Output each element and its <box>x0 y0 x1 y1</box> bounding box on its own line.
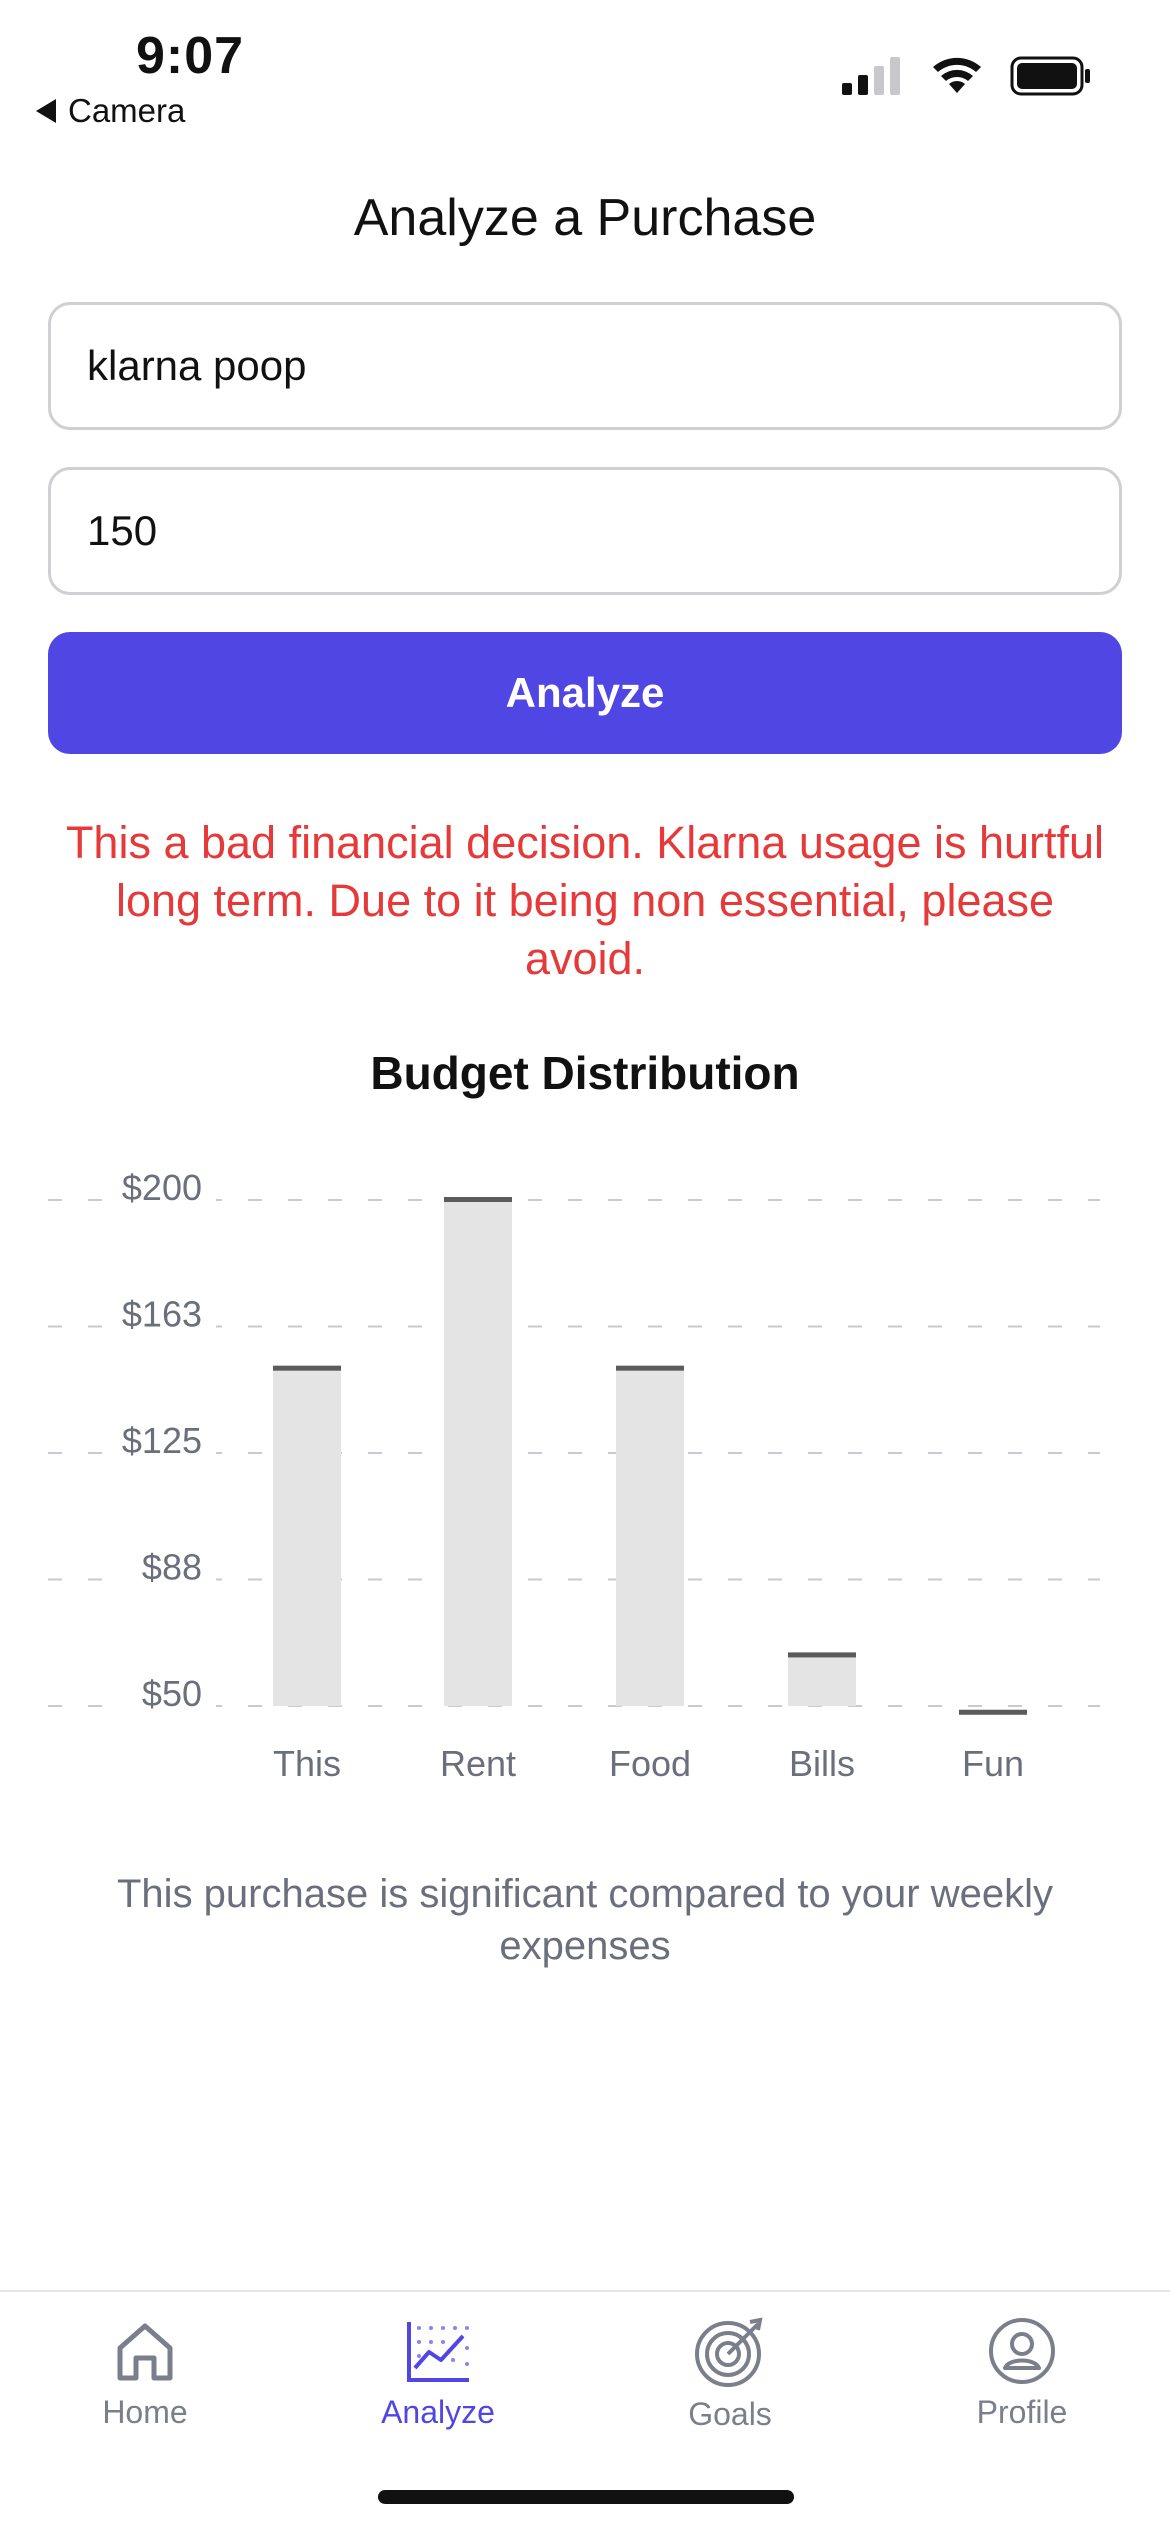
y-tick-label: $50 <box>142 1673 202 1714</box>
bar <box>616 1368 684 1706</box>
back-label: Camera <box>68 92 186 129</box>
bar-cap <box>273 1365 341 1371</box>
battery-icon <box>1010 56 1090 96</box>
analyze-button[interactable]: Analyze <box>48 632 1122 754</box>
tab-home-label: Home <box>102 2394 188 2430</box>
budget-chart-svg: $200 $163 $125 $88 $50 This Rent Food Bills Fun <box>48 1167 1100 1784</box>
chart-title: Budget Distribution <box>370 1047 800 1099</box>
triangle-left-icon <box>36 99 56 123</box>
user-circle-icon <box>989 2318 1055 2384</box>
target-icon <box>695 2317 763 2387</box>
cellular-signal-icon <box>842 57 900 95</box>
back-to-camera-link[interactable]: Camera <box>36 92 185 130</box>
tab-analyze-label: Analyze <box>381 2394 495 2430</box>
status-bar: 9:07 Camera <box>0 0 1170 140</box>
y-tick-label: $125 <box>122 1420 202 1461</box>
x-tick-label: Bills <box>789 1743 855 1784</box>
status-time: 9:07 <box>136 27 245 85</box>
tab-profile[interactable]: Profile <box>912 2316 1132 2456</box>
item-name-input[interactable] <box>51 305 1119 427</box>
amount-field[interactable] <box>48 467 1122 595</box>
x-tick-label: Food <box>609 1743 691 1784</box>
item-name-field[interactable] <box>48 302 1122 430</box>
amount-input[interactable] <box>51 470 1119 592</box>
tab-goals-label: Goals <box>688 2396 772 2432</box>
status-icons <box>842 56 1092 96</box>
bar <box>788 1655 856 1706</box>
y-tick-label: $163 <box>122 1294 202 1335</box>
tab-home[interactable]: Home <box>35 2316 255 2456</box>
home-icon <box>117 2323 173 2381</box>
tab-analyze[interactable]: Analyze <box>328 2316 548 2456</box>
bar-cap <box>788 1652 856 1658</box>
chart-icon <box>407 2322 469 2382</box>
bar-cap <box>444 1197 512 1202</box>
tab-goals[interactable]: Goals <box>620 2316 840 2456</box>
summary-text: This purchase is significant compared to… <box>117 1872 1053 1968</box>
bar <box>273 1368 341 1706</box>
wifi-icon <box>933 57 981 93</box>
budget-chart: $200 $163 $125 $88 $50 This Rent Food Bills Fun <box>0 1150 1170 1800</box>
page-title: Analyze a Purchase <box>353 189 817 247</box>
tab-profile-label: Profile <box>976 2394 1068 2430</box>
bar-cap <box>959 1709 1027 1715</box>
y-tick-label: $88 <box>142 1547 202 1588</box>
x-tick-label: This <box>273 1743 341 1784</box>
bar-cap <box>616 1365 684 1371</box>
verdict-message: This a bad financial decision. Klarna us… <box>65 817 1105 984</box>
home-indicator <box>378 2490 794 2504</box>
x-tick-label: Rent <box>440 1743 516 1784</box>
x-tick-label: Fun <box>962 1743 1024 1784</box>
y-tick-label: $200 <box>122 1167 202 1208</box>
bar <box>444 1200 512 1706</box>
